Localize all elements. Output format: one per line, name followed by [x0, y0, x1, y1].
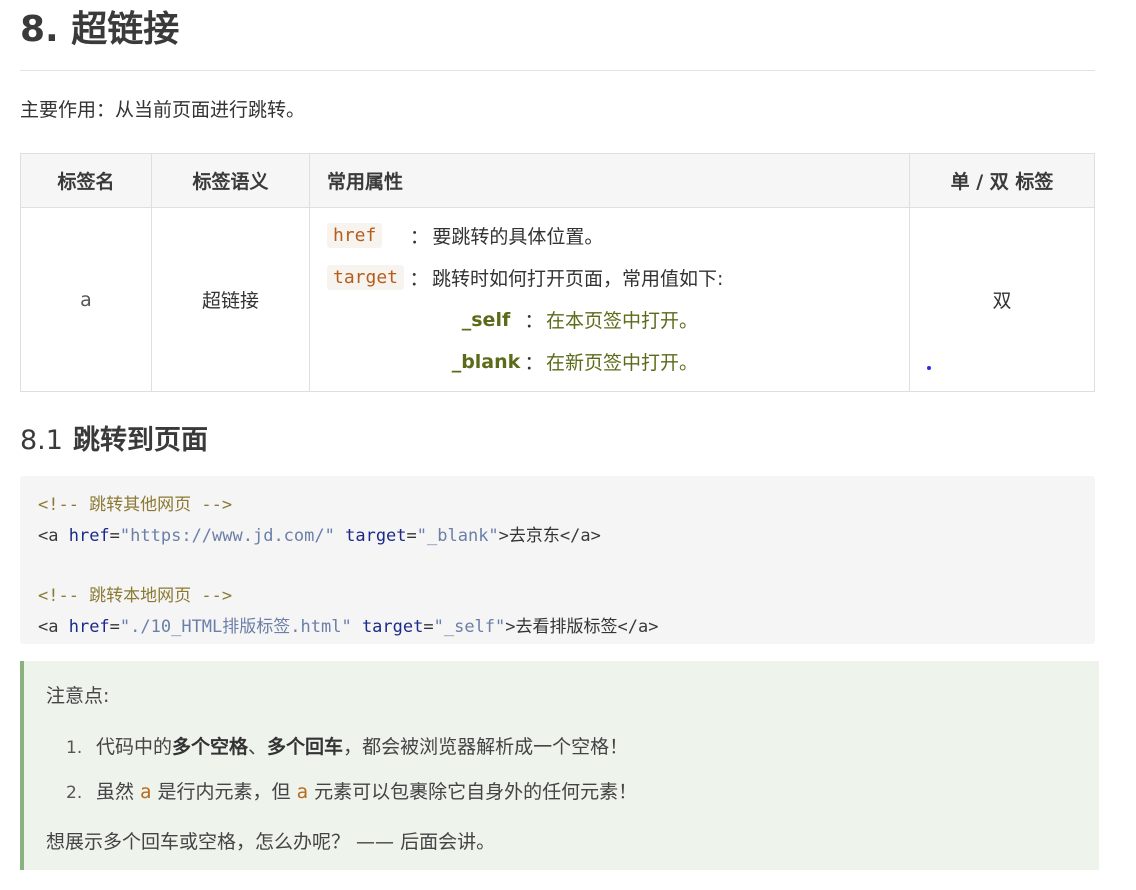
attr-href-line: href ： 要跳转的具体位置。	[327, 222, 603, 249]
cell-attrs: href ： 要跳转的具体位置。 target ： 跳转时如何打开页面，常用值如…	[309, 207, 910, 392]
header-tag-name: 标签名	[20, 153, 152, 208]
header-tag-type: 单 / 双 标签	[909, 153, 1095, 208]
cell-tag-semantic: 超链接	[151, 207, 310, 392]
code-block: <!-- 跳转其他网页 --> <a href="https://www.jd.…	[20, 476, 1095, 644]
header-tag-semantic: 标签语义	[151, 153, 310, 208]
code-line-external-link: <a href="https://www.jd.com/" target="_b…	[38, 526, 601, 546]
section-number: 8.1	[20, 425, 63, 456]
note-callout: 注意点: 1. 代码中的多个空格、多个回车，都会被浏览器解析成一个空格！ 2. 虽然…	[20, 661, 1099, 870]
note-item-2: 2. 虽然 a 是行内元素，但 a 元素可以包裹除它自身外的任何元素！	[66, 781, 638, 803]
cursor-dot	[927, 366, 931, 370]
note-footer: 想展示多个回车或空格，怎么办呢？ —— 后面会讲。	[46, 831, 496, 853]
section-heading: 8.1 跳转到页面	[20, 418, 208, 457]
header-common-attrs: 常用属性	[309, 153, 910, 208]
section-title: 跳转到页面	[72, 425, 208, 456]
code-comment-local: <!-- 跳转本地网页 -->	[38, 586, 233, 606]
attr-target-colon: ：	[409, 268, 429, 290]
table-header-row: 标签名 标签语义 常用属性 单 / 双 标签	[20, 153, 1095, 208]
value-blank-colon: ：	[524, 352, 544, 374]
attr-href-colon: ：	[409, 226, 429, 248]
tag-table: 标签名 标签语义 常用属性 单 / 双 标签 a 超链接 href ： 要跳转的…	[20, 153, 1095, 392]
page-title: 8. 超链接	[20, 0, 1095, 71]
value-blank-label: _blank	[451, 350, 521, 373]
document: 8. 超链接 主要作用：从当前页面进行跳转。 标签名 标签语义 常用属性 单 /…	[20, 0, 1099, 870]
code-comment-external: <!-- 跳转其他网页 -->	[38, 495, 233, 515]
attr-href-desc: 要跳转的具体位置。	[432, 226, 604, 248]
cell-tag-name: a	[20, 207, 152, 392]
cell-tag-type: 双	[909, 207, 1095, 392]
attr-target-code: target	[327, 265, 405, 290]
code-line-local-link: <a href="./10_HTML排版标签.html" target="_se…	[38, 617, 659, 637]
attr-target-desc: 跳转时如何打开页面，常用值如下:	[432, 268, 724, 290]
value-self-label: _self	[461, 308, 511, 331]
intro-text: 主要作用：从当前页面进行跳转。	[20, 99, 306, 121]
value-self-desc: 在本页签中打开。	[546, 310, 699, 332]
note-item-1: 1. 代码中的多个空格、多个回车，都会被浏览器解析成一个空格！	[66, 736, 629, 758]
note-title: 注意点:	[46, 685, 110, 707]
attr-target-line: target ： 跳转时如何打开页面，常用值如下:	[327, 264, 723, 291]
table-row: a 超链接 href ： 要跳转的具体位置。 target ： 跳转时如何打开页…	[20, 207, 1095, 392]
attr-href-code: href	[327, 223, 383, 248]
value-self-colon: ：	[524, 310, 544, 332]
value-blank-desc: 在新页签中打开。	[546, 352, 699, 374]
value-self-line: _self ： 在本页签中打开。	[450, 306, 698, 333]
value-blank-line: _blank ： 在新页签中打开。	[450, 348, 698, 375]
